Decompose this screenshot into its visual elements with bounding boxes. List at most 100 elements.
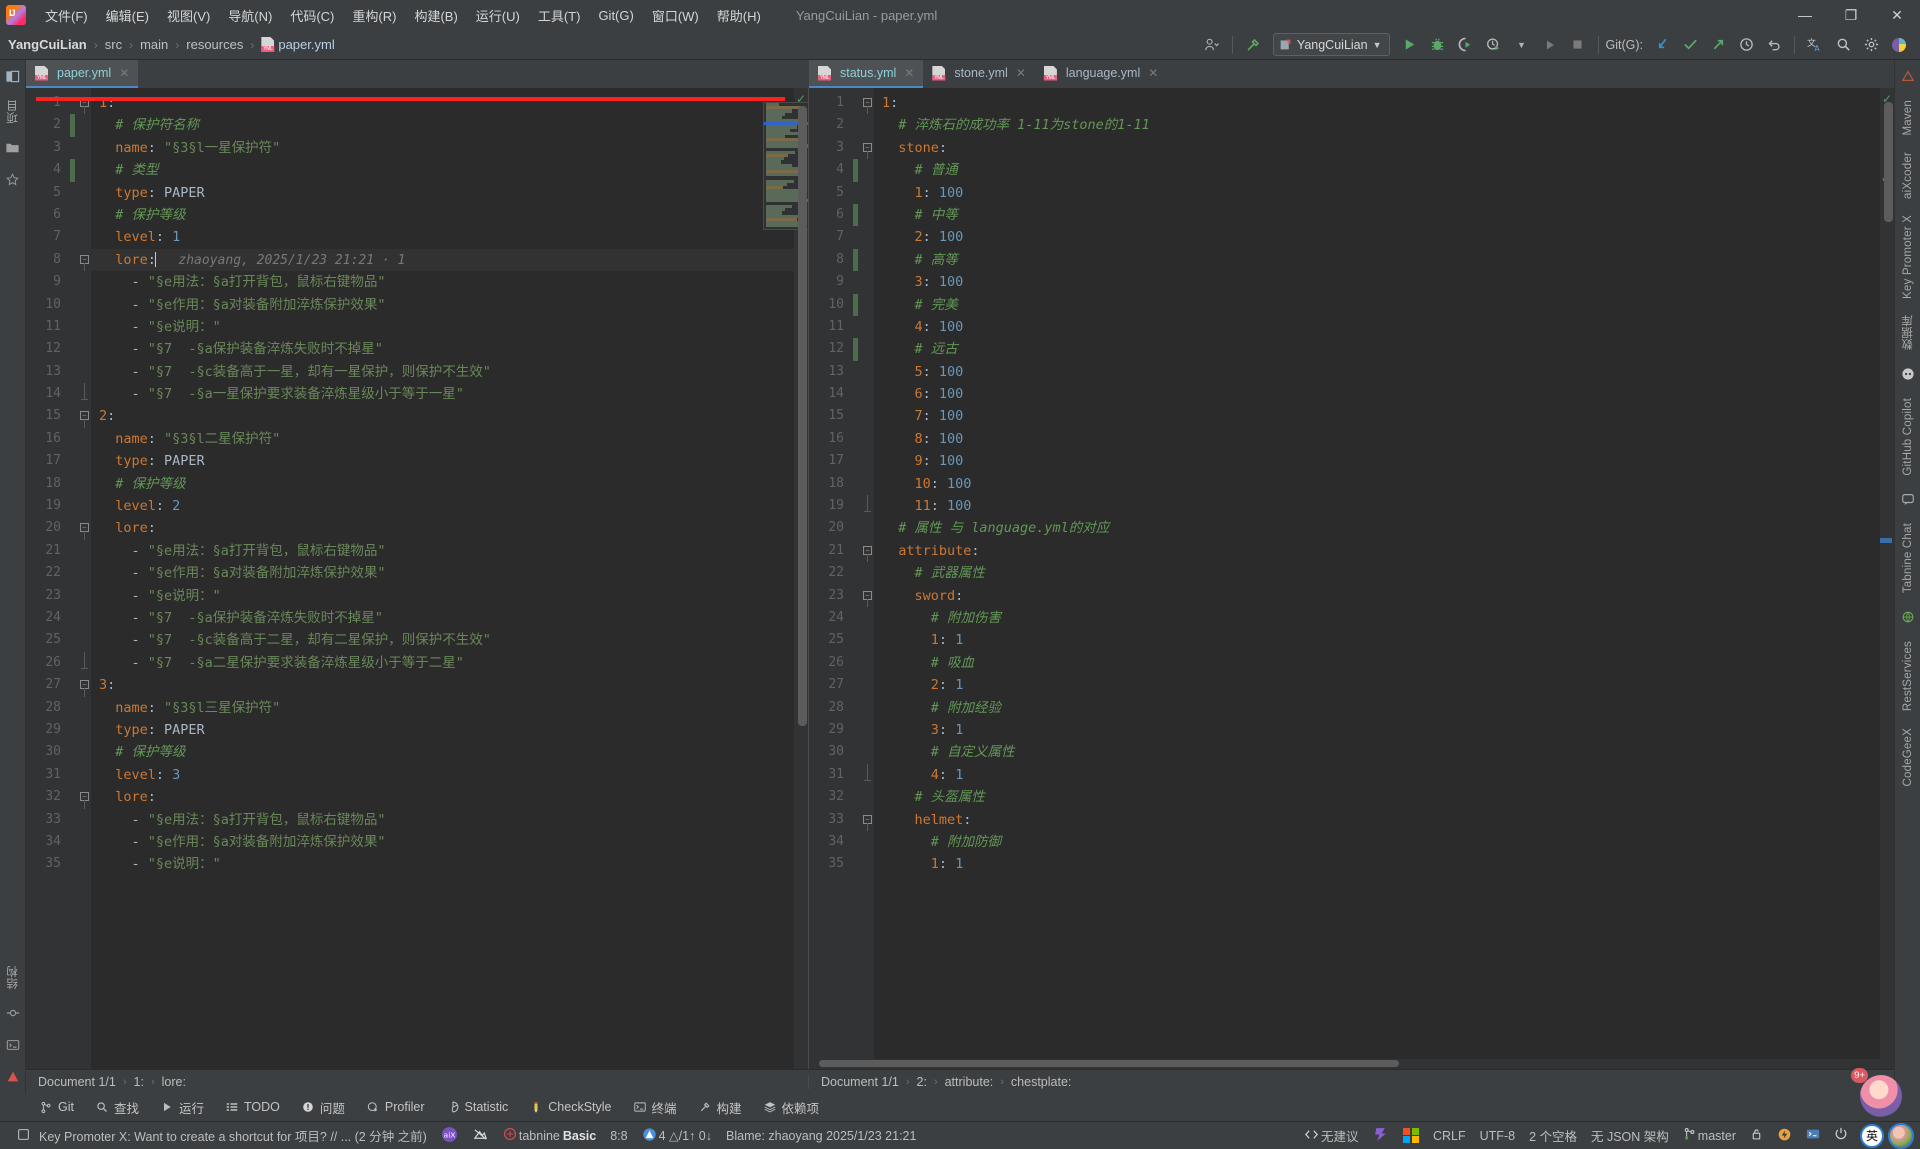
right-vertical-scrollbar[interactable] <box>1884 102 1893 222</box>
tool-button-statistic[interactable]: Statistic <box>437 1097 518 1117</box>
code-line[interactable]: # 完美 <box>874 294 1894 316</box>
code-line[interactable]: # 高等 <box>874 249 1894 271</box>
code-line[interactable]: - "§7 -§a保护装备淬炼失败时不掉星" <box>91 607 808 629</box>
sidebar-item-tabnine-chat[interactable]: Tabnine Chat <box>1897 515 1919 601</box>
sidebar-item-maven[interactable]: Maven <box>1897 92 1919 144</box>
menu-item-build[interactable]: 构建(B) <box>405 1 466 30</box>
code-line[interactable]: 8: 100 <box>874 428 1894 450</box>
breadcrumb-project[interactable]: YangCuiLian <box>8 37 87 52</box>
suggestion-status[interactable]: 无建议 <box>1321 1124 1366 1147</box>
code-line[interactable]: # 保护等级 <box>91 204 808 226</box>
code-fold-marker[interactable]: − <box>77 674 91 697</box>
history-icon[interactable] <box>1733 33 1759 57</box>
notification-badge[interactable]: 9+ <box>1851 1068 1868 1083</box>
code-line[interactable]: # 附加伤害 <box>874 607 1894 629</box>
code-line[interactable]: sword: <box>874 585 1894 607</box>
left-vertical-scrollbar[interactable] <box>798 106 807 726</box>
code-line[interactable]: - "§e作用：§a对装备附加淬炼保护效果" <box>91 831 808 853</box>
right-gutter[interactable]: 1 2 3 4 5 6 7 8 9 10 11 12 13 14 15 16 17 18 19 20 21 22 23 24 2… <box>809 88 874 1059</box>
stop-icon[interactable] <box>1565 33 1591 57</box>
left-code-area[interactable]: 1 2 3 4 5 6 7 8 9 10 11 12 13 14 15 16 17 18 19 20 21 22 23 24 2… <box>26 88 808 1069</box>
right-breadcrumb-key2[interactable]: attribute: <box>945 1075 994 1089</box>
user-avatar[interactable] <box>1888 1122 1914 1149</box>
maximize-button[interactable]: ❐ <box>1828 0 1874 30</box>
run-configuration-selector[interactable]: YangCuiLian ▼ <box>1272 33 1390 56</box>
right-breadcrumb-key3[interactable]: chestplate: <box>1011 1075 1071 1089</box>
sidebar-item-key-promoter[interactable]: Key Promoter X <box>1897 207 1919 307</box>
code-fold-marker[interactable]: − <box>77 517 91 540</box>
inspection-icon[interactable] <box>635 1125 659 1147</box>
translate-icon[interactable]: 文A <box>1802 33 1828 57</box>
git-branch-icon[interactable] <box>1676 1125 1698 1146</box>
sourcetrail-icon[interactable] <box>1365 1124 1396 1148</box>
code-line[interactable]: # 中等 <box>874 204 1894 226</box>
code-line[interactable]: 3: 1 <box>874 719 1894 741</box>
code-line[interactable]: - "§e作用：§a对装备附加淬炼保护效果" <box>91 294 808 316</box>
code-line[interactable]: lore: <box>91 786 808 808</box>
rest-services-icon[interactable] <box>1897 606 1919 628</box>
menu-item-view[interactable]: 视图(V) <box>158 1 219 30</box>
tabnine-label[interactable]: tabnine <box>519 1127 563 1145</box>
code-line[interactable]: 1: 1 <box>874 629 1894 651</box>
tool-button-find[interactable]: 查找 <box>86 1095 148 1120</box>
right-error-stripe[interactable]: ✓ <box>1880 88 1894 1059</box>
encoding-status[interactable]: UTF-8 <box>1473 1127 1522 1145</box>
push-icon[interactable] <box>1705 33 1731 57</box>
tab-paper-yml[interactable]: paper.yml ✕ <box>26 60 139 88</box>
sidebar-item-github-copilot[interactable]: GitHub Copilot <box>1897 390 1919 484</box>
code-line[interactable]: # 远古 <box>874 338 1894 360</box>
breadcrumb-src[interactable]: src <box>105 37 122 52</box>
code-fold-marker[interactable] <box>860 763 874 786</box>
code-line[interactable]: # 吸血 <box>874 652 1894 674</box>
microsoft-icon[interactable] <box>1396 1126 1426 1146</box>
lock-icon[interactable] <box>1743 1125 1770 1146</box>
menu-item-file[interactable]: 文件(F) <box>36 1 97 30</box>
left-breadcrumb-key1[interactable]: 1: <box>134 1075 144 1089</box>
code-line[interactable]: - "§e用法：§a打开背包，鼠标右键物品" <box>91 271 808 293</box>
code-line[interactable]: name: "§3§l二星保护符" <box>91 428 808 450</box>
indent-status[interactable]: 2 个空格 <box>1522 1124 1584 1147</box>
tabnine-plan[interactable]: Basic <box>563 1127 603 1145</box>
event-log-icon[interactable] <box>1770 1125 1799 1147</box>
terminal-tool-icon[interactable] <box>2 1034 24 1056</box>
tool-button-profiler[interactable]: Profiler <box>357 1097 434 1117</box>
debug-icon[interactable] <box>1425 33 1451 57</box>
search-icon[interactable] <box>1830 33 1856 57</box>
ime-indicator[interactable]: 英 <box>1860 1123 1884 1148</box>
code-line[interactable]: - "§e说明：" <box>91 585 808 607</box>
close-button[interactable]: ✕ <box>1874 0 1920 30</box>
code-line[interactable]: 10: 100 <box>874 473 1894 495</box>
breadcrumb-main[interactable]: main <box>140 37 168 52</box>
code-line[interactable]: # 淬炼石的成功率 1-11为stone的1-11 <box>874 114 1894 136</box>
code-fold-marker[interactable]: − <box>77 405 91 428</box>
tool-button-todo[interactable]: TODO <box>216 1097 289 1117</box>
problems-tool-icon[interactable] <box>2 1066 24 1088</box>
settings-icon[interactable] <box>1858 33 1884 57</box>
status-notification-text[interactable]: Key Promoter X: Want to create a shortcu… <box>32 1124 434 1147</box>
code-line[interactable]: # 属性 与 language.yml的对应 <box>874 517 1894 539</box>
right-breadcrumb-key1[interactable]: 2: <box>917 1075 927 1089</box>
folder-icon[interactable] <box>2 136 24 158</box>
close-icon[interactable]: ✕ <box>119 66 129 80</box>
sidebar-item-database[interactable]: 数据库 <box>1895 307 1920 358</box>
left-code-text[interactable]: 1: # 保护符名称 name: "§3§l一星保护符" # 类型 type: … <box>91 88 808 1069</box>
tool-button-git[interactable]: Git <box>30 1097 83 1117</box>
menu-item-code[interactable]: 代码(C) <box>281 1 343 30</box>
code-line[interactable]: stone: <box>874 137 1894 159</box>
code-line[interactable]: 2: <box>91 405 808 427</box>
notification-icon[interactable] <box>10 1126 32 1146</box>
code-line[interactable]: 1: 1 <box>874 853 1894 875</box>
code-fold-marker[interactable] <box>77 383 91 405</box>
left-fold-markers[interactable]: − − − − − − <box>77 88 91 1069</box>
code-fold-marker[interactable]: − <box>77 249 91 272</box>
power-save-icon[interactable] <box>1827 1125 1855 1146</box>
minimize-button[interactable]: — <box>1782 0 1828 30</box>
code-line[interactable]: # 附加防御 <box>874 831 1894 853</box>
git-branch-status[interactable]: master <box>1698 1127 1743 1145</box>
code-fold-marker[interactable]: − <box>860 585 874 607</box>
tool-button-problems[interactable]: 问题 <box>292 1095 354 1120</box>
code-line[interactable]: 4: 1 <box>874 764 1894 786</box>
code-fold-marker[interactable]: − <box>77 92 91 115</box>
json-schema-status[interactable]: 无 JSON 架构 <box>1584 1124 1676 1147</box>
ai-assistant-icon[interactable] <box>1886 33 1912 57</box>
